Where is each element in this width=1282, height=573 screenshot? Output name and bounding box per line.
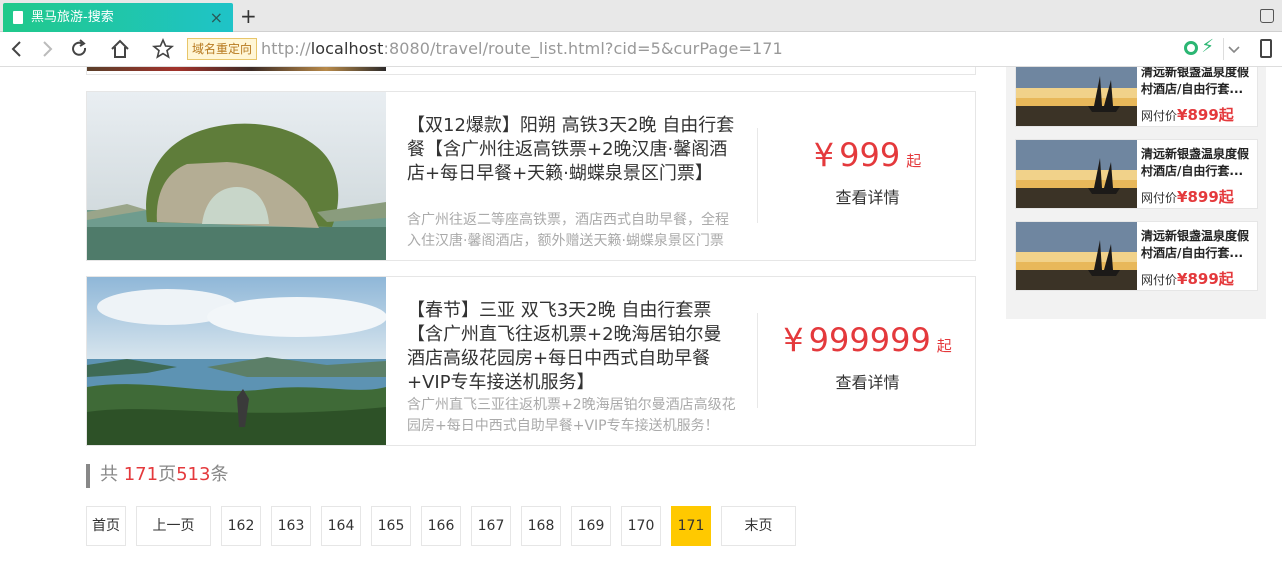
browser-tabbar: 黑马旅游-搜索 × + bbox=[0, 0, 1282, 32]
url-path: :8080/travel/route_list.html?cid=5&curPa… bbox=[383, 39, 783, 58]
page-button-165[interactable]: 165 bbox=[371, 506, 411, 546]
browser-navbar: 域名重定向 http://localhost:8080/travel/route… bbox=[0, 32, 1282, 67]
total-count: 513 bbox=[176, 464, 211, 485]
page-button-162[interactable]: 162 bbox=[221, 506, 261, 546]
currency-symbol: ¥ bbox=[813, 136, 835, 174]
close-icon[interactable]: × bbox=[210, 3, 223, 32]
plus-icon[interactable]: + bbox=[240, 4, 257, 28]
extension-icon[interactable] bbox=[1184, 41, 1198, 55]
hot-item[interactable]: 清远新银盏温泉度假村酒店/自由行套... 网付价¥899起 bbox=[1015, 221, 1258, 291]
hot-item[interactable]: 清远新银盏温泉度假村酒店/自由行套... 网付价¥899起 bbox=[1015, 139, 1258, 209]
page-summary: 共 171页513条 bbox=[86, 464, 228, 488]
route-item: 【双12爆款】阳朔 高铁3天2晚 自由行套餐【含广州往返高铁票+2晚汉唐·馨阁酒… bbox=[86, 91, 976, 261]
page-button-164[interactable]: 164 bbox=[321, 506, 361, 546]
divider bbox=[1223, 38, 1224, 60]
url-scheme: http:// bbox=[261, 39, 311, 58]
page-viewport: 【双12爆款】阳朔 高铁3天2晚 自由行套餐【含广州往返高铁票+2晚汉唐·馨阁酒… bbox=[0, 67, 1282, 573]
page-button-163[interactable]: 163 bbox=[271, 506, 311, 546]
view-detail-link[interactable]: 查看详情 bbox=[758, 184, 977, 208]
page-button-171-active[interactable]: 171 bbox=[671, 506, 711, 546]
hot-item-image[interactable] bbox=[1016, 140, 1137, 208]
page-button-169[interactable]: 169 bbox=[571, 506, 611, 546]
hot-item-name[interactable]: 清远新银盏温泉度假村酒店/自由行套... bbox=[1141, 67, 1253, 98]
last-page-button[interactable]: 末页 bbox=[721, 506, 796, 546]
route-price: ¥ 999 起 bbox=[758, 136, 977, 174]
route-description: 含广州直飞三亚往返机票+2晚海居铂尔曼酒店高级花园房+每日中西式自助早餐+VIP… bbox=[407, 397, 736, 434]
prev-page-button[interactable]: 上一页 bbox=[136, 506, 211, 546]
page-button-168[interactable]: 168 bbox=[521, 506, 561, 546]
price-value: 999 bbox=[839, 136, 901, 174]
route-image[interactable] bbox=[87, 277, 386, 445]
chevron-down-icon[interactable] bbox=[1226, 36, 1242, 66]
bolt-icon[interactable]: ⚡ bbox=[1201, 36, 1214, 57]
route-description: 含广州往返二等座高铁票，酒店西式自助早餐，全程入住汉唐·馨阁酒店，额外赠送天籁·… bbox=[407, 212, 729, 249]
hot-item-price: 网付价¥899起 bbox=[1141, 104, 1234, 125]
price-label: 网付价 bbox=[1141, 191, 1178, 205]
redirect-badge[interactable]: 域名重定向 bbox=[187, 38, 258, 60]
hot-recommend-sidebar: 清远新银盏温泉度假村酒店/自由行套... 网付价¥899起 清远新银盏温泉度假村… bbox=[1006, 67, 1266, 319]
first-page-button[interactable]: 首页 bbox=[86, 506, 126, 546]
route-price: ¥ 999999 起 bbox=[758, 321, 977, 359]
pages-unit: 页 bbox=[158, 464, 177, 485]
file-icon bbox=[13, 11, 23, 24]
price-value: 999999 bbox=[808, 321, 931, 359]
browser-tab[interactable]: 黑马旅游-搜索 × bbox=[3, 3, 233, 32]
view-detail-link[interactable]: 查看详情 bbox=[758, 369, 977, 393]
price-suffix: 起 bbox=[906, 152, 922, 170]
price-suffix: 起 bbox=[936, 337, 952, 355]
route-title[interactable]: 【春节】三亚 双飞3天2晚 自由行套票【含广州直飞往返机票+2晚海居铂尔曼酒店高… bbox=[407, 299, 737, 395]
reload-icon[interactable] bbox=[66, 36, 92, 62]
route-title[interactable]: 【双12爆款】阳朔 高铁3天2晚 自由行套餐【含广州往返高铁票+2晚汉唐·馨阁酒… bbox=[407, 114, 737, 186]
page-button-170[interactable]: 170 bbox=[621, 506, 661, 546]
route-item-partial[interactable] bbox=[86, 67, 976, 75]
hot-item-name[interactable]: 清远新银盏温泉度假村酒店/自由行套... bbox=[1141, 146, 1253, 180]
shirt-icon[interactable] bbox=[1260, 9, 1274, 23]
star-icon[interactable] bbox=[150, 36, 176, 62]
route-item: 【春节】三亚 双飞3天2晚 自由行套票【含广州直飞往返机票+2晚海居铂尔曼酒店高… bbox=[86, 276, 976, 446]
hot-item-price: 网付价¥899起 bbox=[1141, 186, 1234, 207]
price-label: 网付价 bbox=[1141, 109, 1178, 123]
address-bar[interactable]: http://localhost:8080/travel/route_list.… bbox=[261, 39, 783, 59]
currency-symbol: ¥ bbox=[783, 321, 804, 359]
hot-item-name[interactable]: 清远新银盏温泉度假村酒店/自由行套... bbox=[1141, 228, 1253, 262]
forward-icon[interactable] bbox=[34, 36, 60, 62]
price-label: 网付价 bbox=[1141, 273, 1178, 287]
phone-icon[interactable] bbox=[1260, 39, 1272, 58]
summary-prefix: 共 bbox=[100, 464, 124, 485]
total-pages: 171 bbox=[123, 464, 159, 485]
page-button-167[interactable]: 167 bbox=[471, 506, 511, 546]
count-unit: 条 bbox=[210, 464, 229, 485]
price-value: ¥899起 bbox=[1177, 106, 1234, 124]
page-button-166[interactable]: 166 bbox=[421, 506, 461, 546]
home-icon[interactable] bbox=[107, 36, 133, 62]
price-value: ¥899起 bbox=[1177, 270, 1234, 288]
hot-item-image[interactable] bbox=[1016, 67, 1137, 126]
hot-item-image[interactable] bbox=[1016, 222, 1137, 290]
back-icon[interactable] bbox=[4, 36, 30, 62]
tab-title: 黑马旅游-搜索 bbox=[31, 10, 114, 25]
route-image[interactable] bbox=[87, 67, 386, 71]
hot-item[interactable]: 清远新银盏温泉度假村酒店/自由行套... 网付价¥899起 bbox=[1015, 67, 1258, 127]
hot-item-price: 网付价¥899起 bbox=[1141, 268, 1234, 289]
route-image[interactable] bbox=[87, 92, 386, 260]
url-host: localhost bbox=[310, 39, 384, 58]
price-value: ¥899起 bbox=[1177, 188, 1234, 206]
